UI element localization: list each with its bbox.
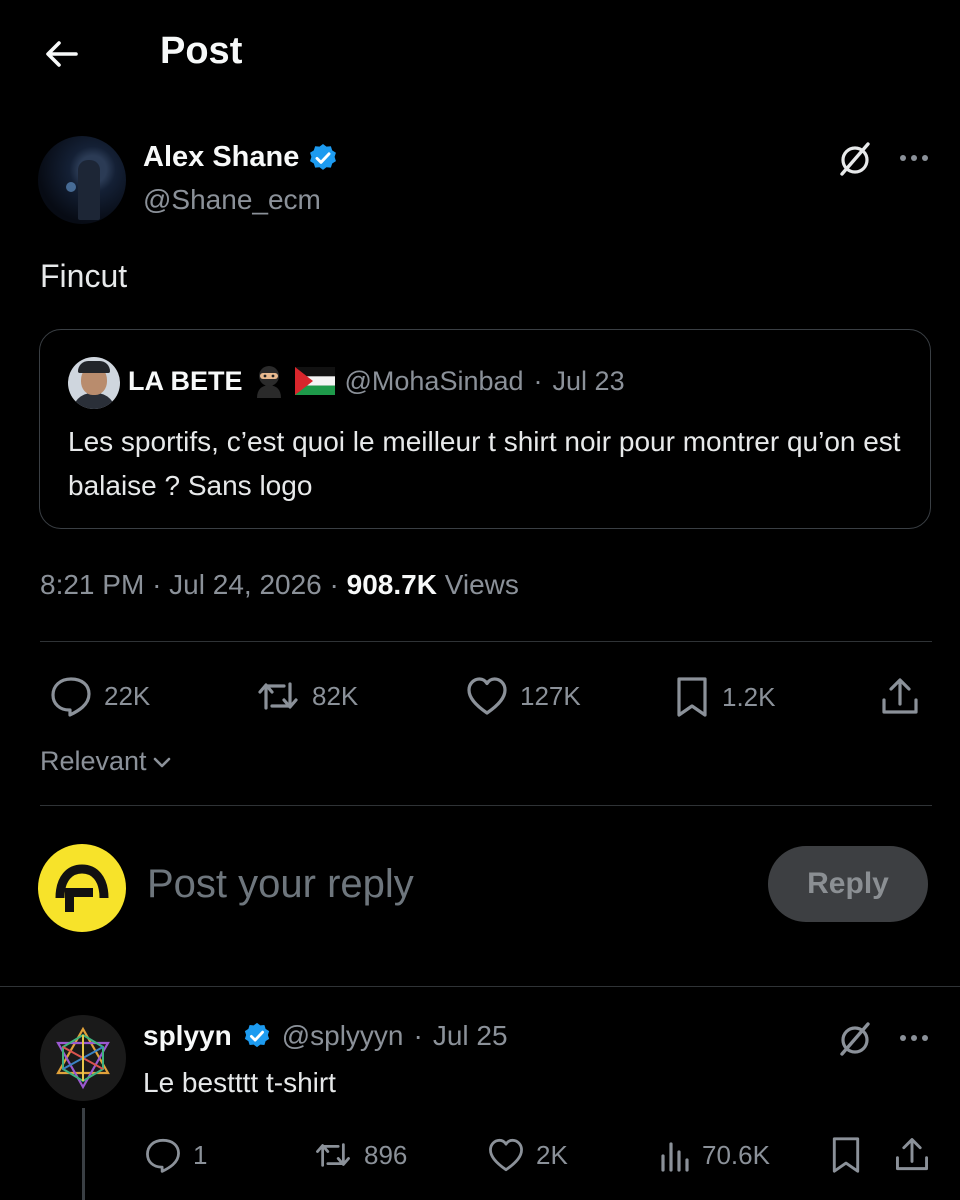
more-options-button[interactable]	[894, 140, 934, 176]
back-button[interactable]	[40, 34, 84, 74]
reply-share-button[interactable]	[892, 1134, 932, 1176]
post-time: 8:21 PM	[40, 569, 145, 600]
bookmark-icon	[677, 677, 707, 717]
reply-header: splyyn @splyyyn · Jul 25	[143, 1020, 508, 1052]
sort-dropdown[interactable]: Relevant	[40, 746, 173, 777]
post-text: Fincut	[40, 258, 128, 294]
reply-views-count: 70.6K	[702, 1139, 770, 1170]
reply-grok-button[interactable]	[834, 1018, 876, 1060]
reply-date: Jul 25	[432, 1020, 508, 1051]
heart-icon	[467, 677, 507, 715]
post-timestamp: 8:21 PM · Jul 24, 2026 · 908.7K Views	[40, 569, 519, 600]
quoted-author-handle: @MohaSinbad	[344, 365, 524, 396]
reply-author-name[interactable]: splyyn	[143, 1020, 232, 1052]
share-button[interactable]	[878, 674, 922, 720]
verified-badge-icon	[310, 143, 337, 170]
page-title: Post	[160, 30, 243, 72]
ninja-emoji-icon	[256, 366, 281, 398]
palestine-flag-emoji-icon	[294, 367, 335, 395]
current-user-avatar[interactable]	[38, 844, 126, 932]
views-count: 908.7K	[346, 569, 437, 600]
reply-count: 22K	[104, 680, 151, 711]
divider	[40, 805, 932, 806]
reply-text: Le bestttt t-shirt	[143, 1067, 336, 1098]
share-icon	[896, 1138, 928, 1171]
divider	[40, 641, 932, 642]
thread-line	[82, 1108, 85, 1200]
reply-author-handle[interactable]: @splyyyn	[282, 1020, 404, 1052]
reply-like-action[interactable]: 2K	[486, 1136, 568, 1174]
bookmark-action[interactable]: 1.2K	[672, 674, 776, 720]
repost-icon	[258, 682, 298, 710]
share-icon	[882, 678, 918, 714]
reply-action[interactable]: 22K	[48, 674, 150, 718]
bookmark-count: 1.2K	[722, 681, 776, 712]
arrow-left-icon	[46, 41, 78, 67]
heart-icon	[489, 1138, 523, 1172]
author-avatar[interactable]	[38, 136, 126, 224]
author-handle[interactable]: @Shane_ecm	[143, 184, 321, 216]
user-logo-icon	[55, 864, 109, 912]
reply-like-count: 2K	[536, 1139, 568, 1170]
grok-button[interactable]	[834, 138, 876, 180]
analytics-bars-icon	[661, 1142, 689, 1172]
sort-label: Relevant	[40, 746, 147, 776]
author-name-row[interactable]: Alex Shane	[143, 141, 339, 174]
quoted-post-date: Jul 23	[552, 365, 625, 396]
repost-action[interactable]: 82K	[254, 674, 358, 718]
reply-bookmark-button[interactable]	[828, 1134, 864, 1176]
reply-reply-action[interactable]: 1	[143, 1136, 207, 1174]
reply-bubble-icon	[51, 677, 91, 717]
reply-views-action[interactable]: 70.6K	[658, 1136, 770, 1174]
chevron-down-icon	[153, 757, 170, 767]
reply-reply-count: 1	[193, 1139, 208, 1170]
reply-repost-count: 896	[364, 1139, 408, 1170]
views-label: Views	[444, 569, 519, 600]
quoted-post-text: Les sportifs, c’est quoi le meilleur t s…	[68, 426, 901, 501]
reply-repost-action[interactable]: 896	[312, 1136, 407, 1174]
quoted-author-name: LA BETE	[128, 365, 243, 396]
quoted-post-header: LA BETE @MohaSinbad · Jul 23	[128, 364, 625, 398]
grok-icon	[840, 142, 870, 176]
meta-separator: ·	[413, 1020, 423, 1051]
like-count: 127K	[520, 680, 581, 711]
reply-bubble-icon	[146, 1138, 180, 1173]
verified-badge-icon	[244, 1022, 269, 1048]
meta-separator: ·	[533, 365, 543, 396]
reply-author-avatar[interactable]	[40, 1015, 126, 1101]
quoted-author-avatar	[68, 357, 120, 409]
reply-input[interactable]	[147, 862, 727, 907]
bookmark-icon	[832, 1137, 860, 1173]
reply-more-options-button[interactable]	[894, 1020, 934, 1056]
repost-icon	[316, 1143, 350, 1167]
reply-button[interactable]: Reply	[768, 846, 928, 922]
author-name: Alex Shane	[143, 141, 300, 173]
divider	[0, 986, 960, 987]
more-dots-icon	[900, 1035, 928, 1041]
like-action[interactable]: 127K	[464, 674, 581, 718]
repost-count: 82K	[312, 680, 359, 711]
geometric-star-logo-icon	[56, 1026, 110, 1090]
grok-icon	[840, 1022, 870, 1056]
post-date: Jul 24, 2026	[169, 569, 322, 600]
more-dots-icon	[900, 155, 928, 161]
